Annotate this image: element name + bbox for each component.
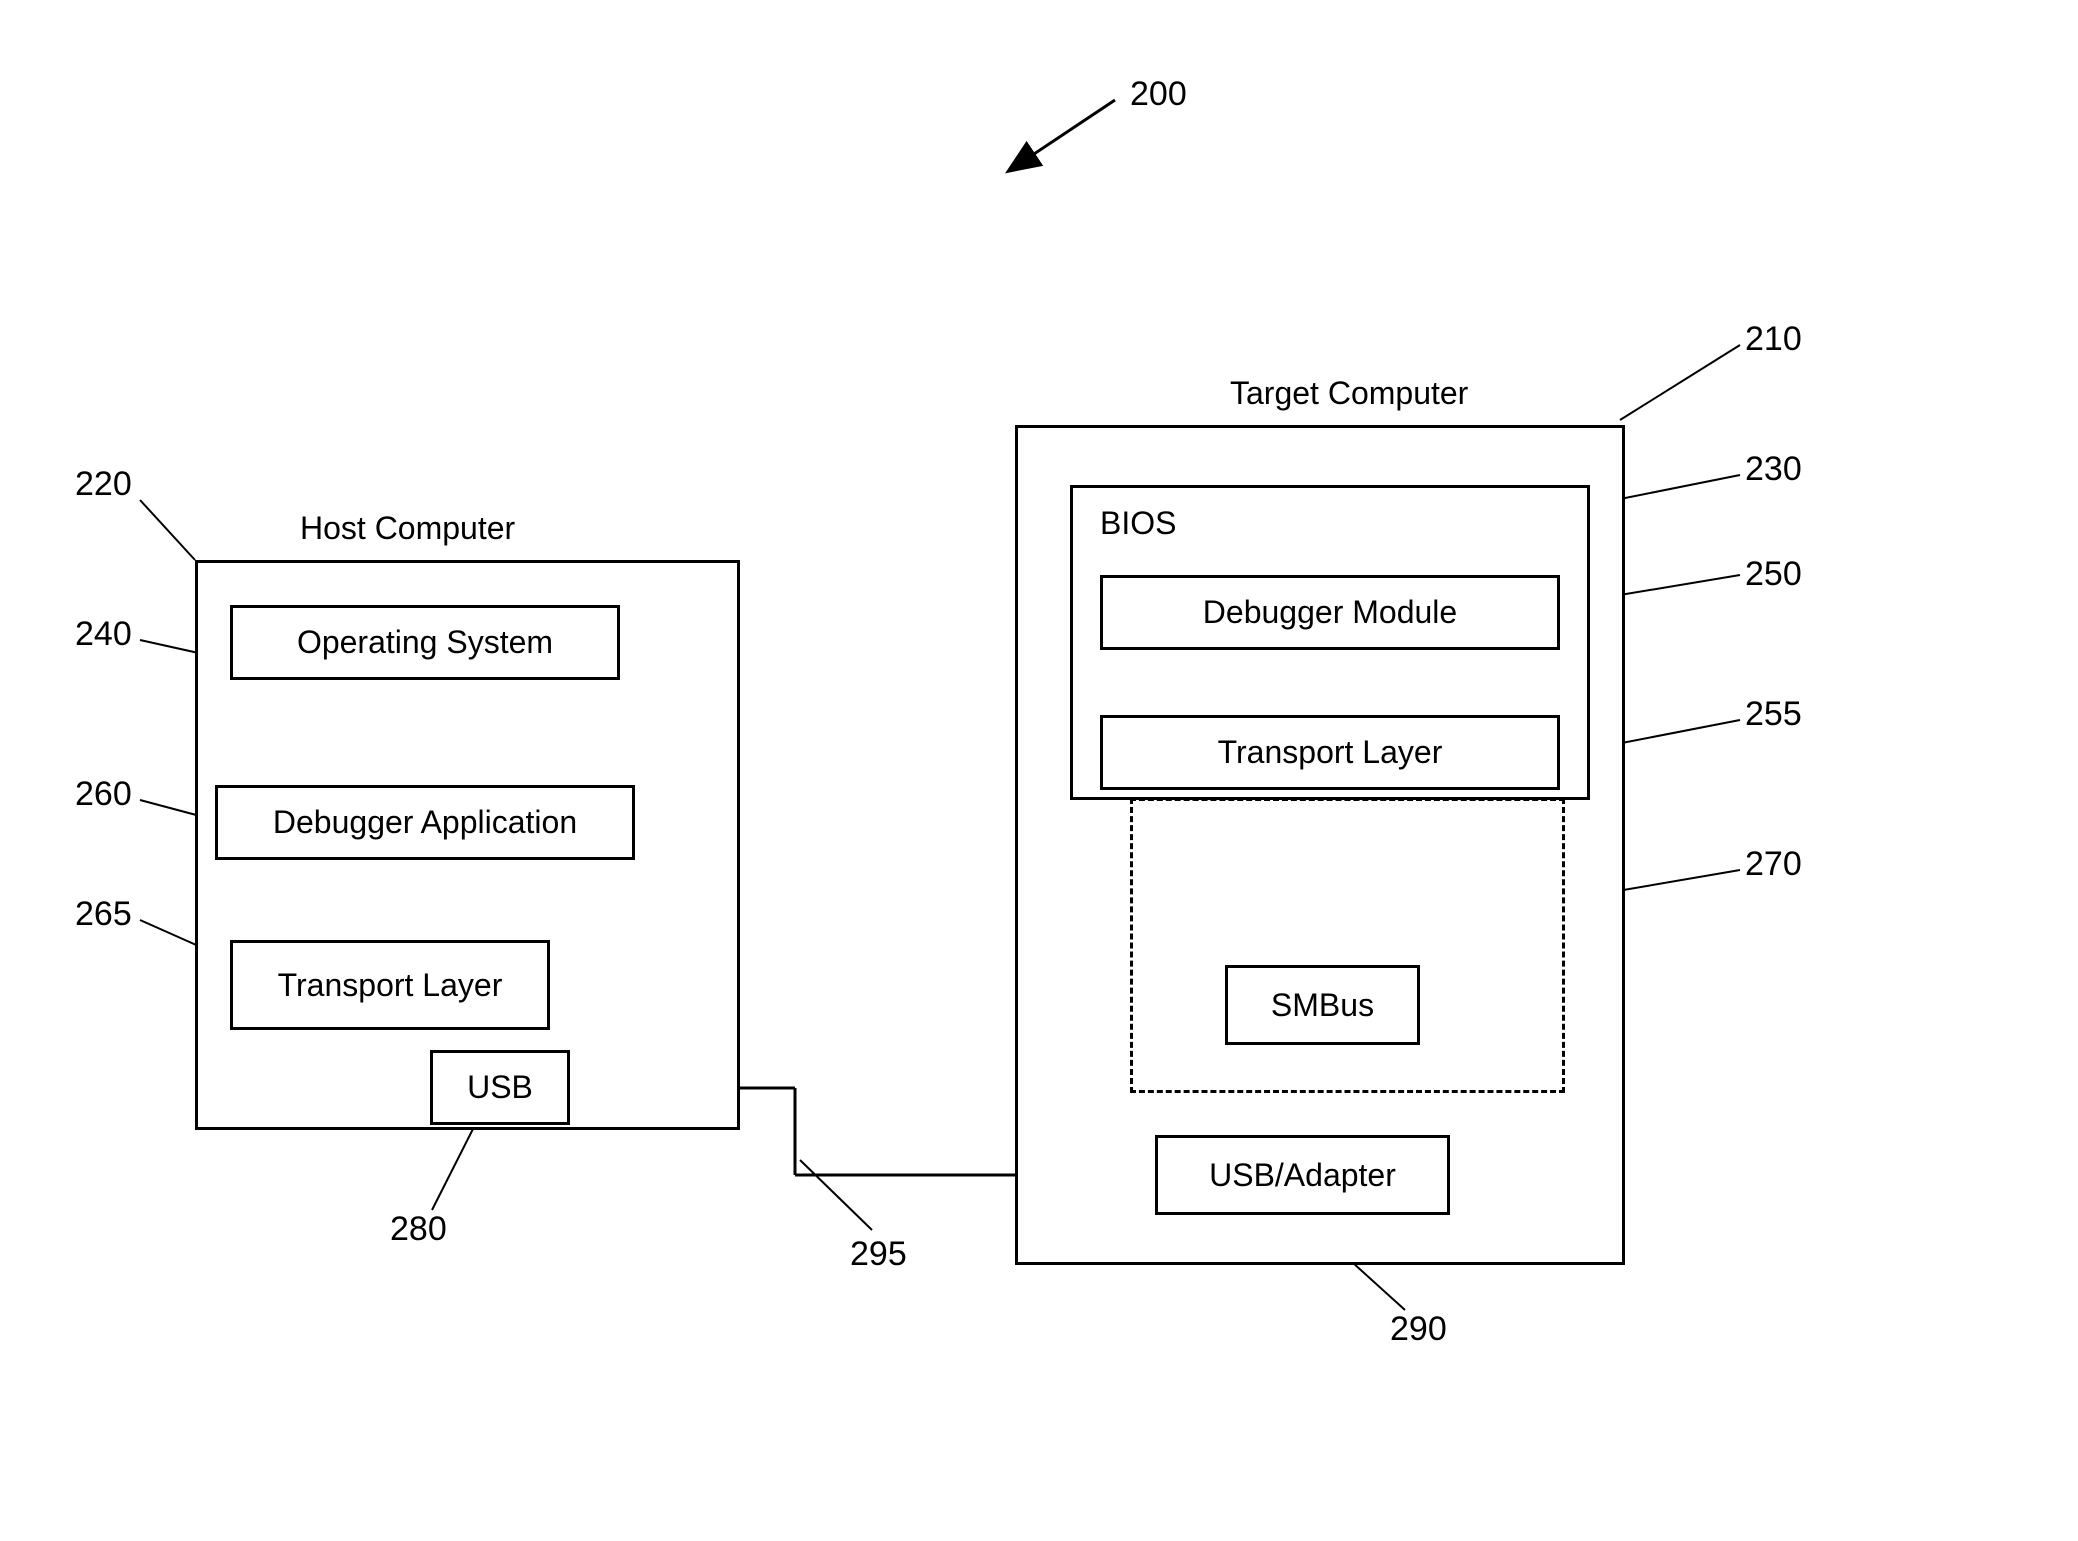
host-transport-label: Transport Layer	[278, 967, 503, 1004]
dashed-region	[1130, 798, 1565, 1093]
smbus-label: SMBus	[1271, 987, 1374, 1024]
ref-240: 240	[75, 615, 132, 654]
bios-label: BIOS	[1100, 505, 1176, 542]
ref-255: 255	[1745, 695, 1802, 734]
diagram-canvas: 200	[0, 0, 2078, 1541]
ref-265: 265	[75, 895, 132, 934]
debugger-module-box: Debugger Module	[1100, 575, 1560, 650]
ref-210: 210	[1745, 320, 1802, 359]
usb-adapter-box: USB/Adapter	[1155, 1135, 1450, 1215]
ref-295: 295	[850, 1235, 907, 1274]
ref-200: 200	[1130, 75, 1187, 114]
ref-270: 270	[1745, 845, 1802, 884]
ref-290: 290	[1390, 1310, 1447, 1349]
ref-250: 250	[1745, 555, 1802, 594]
ref-280: 280	[390, 1210, 447, 1249]
target-transport-box: Transport Layer	[1100, 715, 1560, 790]
ref-260: 260	[75, 775, 132, 814]
usb-adapter-label: USB/Adapter	[1209, 1157, 1396, 1194]
smbus-box: SMBus	[1225, 965, 1420, 1045]
usb-box: USB	[430, 1050, 570, 1125]
target-transport-label: Transport Layer	[1218, 734, 1443, 771]
ref-220: 220	[75, 465, 132, 504]
ref-230: 230	[1745, 450, 1802, 489]
host-title: Host Computer	[300, 510, 515, 547]
debugger-app-label: Debugger Application	[273, 804, 577, 841]
operating-system-box: Operating System	[230, 605, 620, 680]
target-title: Target Computer	[1230, 375, 1468, 412]
host-transport-box: Transport Layer	[230, 940, 550, 1030]
debugger-module-label: Debugger Module	[1203, 594, 1457, 631]
os-label: Operating System	[297, 624, 553, 661]
usb-label: USB	[467, 1069, 533, 1106]
debugger-app-box: Debugger Application	[215, 785, 635, 860]
